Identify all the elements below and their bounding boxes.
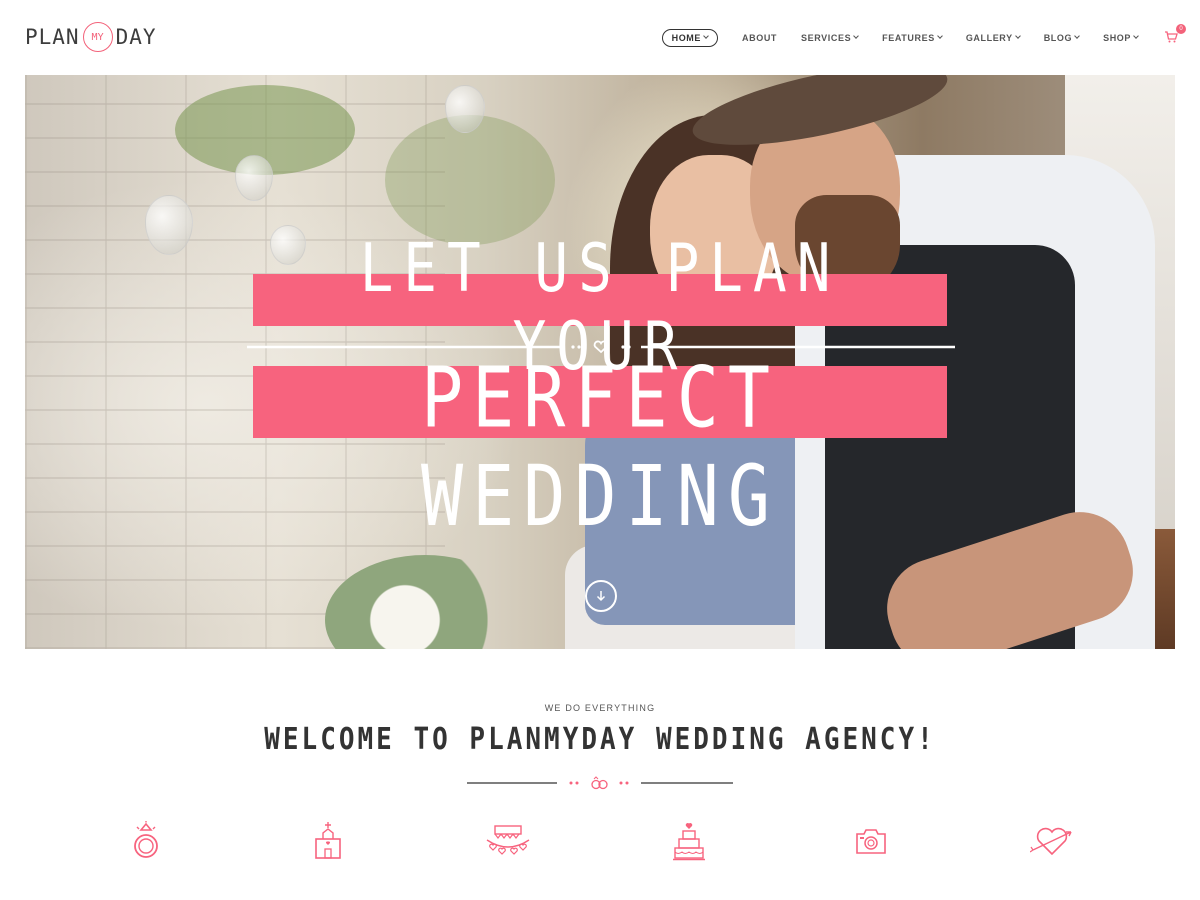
nav-label-features: FEATURES — [882, 33, 935, 43]
nav-label-home: HOME — [671, 33, 702, 43]
nav-label-about: ABOUT — [742, 33, 778, 43]
nav-item-shop[interactable]: SHOP — [1103, 33, 1139, 43]
service-photography[interactable] — [846, 818, 896, 864]
nav-label-blog: BLOG — [1043, 33, 1073, 43]
cart-button[interactable]: 0 — [1164, 24, 1186, 46]
logo-text-right: DAY — [115, 25, 157, 49]
cart-count-badge: 0 — [1176, 24, 1186, 34]
nav-label-services: SERVICES — [801, 33, 852, 43]
logo-circle: MY — [82, 22, 113, 52]
service-chapel[interactable] — [303, 818, 353, 864]
bunting-icon — [486, 825, 530, 855]
chevron-down-icon — [1133, 33, 1139, 39]
arrow-down-icon — [596, 591, 606, 602]
chevron-down-icon — [1014, 33, 1021, 39]
nav-item-features[interactable]: FEATURES — [882, 33, 943, 43]
nav-item-gallery[interactable]: GALLERY — [965, 33, 1021, 43]
nav-item-blog[interactable]: BLOG — [1043, 33, 1080, 43]
ring-icon — [134, 821, 158, 858]
services-icon-row — [0, 818, 1200, 868]
chevron-down-icon — [703, 33, 709, 39]
rings-icon — [591, 776, 608, 790]
service-decoration[interactable] — [483, 818, 533, 864]
section-divider — [467, 776, 733, 790]
site-header: PLAN MY DAY HOME ABOUT SERVICES FEATURES… — [0, 0, 1200, 75]
scroll-down-button[interactable] — [585, 580, 617, 612]
nav-item-about[interactable]: ABOUT — [742, 33, 777, 43]
greenery-decoration — [385, 115, 555, 245]
service-cake[interactable] — [664, 818, 714, 864]
logo-text-middle: MY — [91, 31, 104, 43]
main-nav: HOME ABOUT SERVICES FEATURES GALLERY BLO… — [661, 24, 1186, 49]
section-eyebrow: WE DO EVERYTHING — [544, 703, 656, 713]
chevron-down-icon — [936, 33, 943, 39]
chevron-down-icon — [853, 33, 860, 39]
nav-item-home[interactable]: HOME — [661, 29, 719, 47]
nav-label-gallery: GALLERY — [965, 33, 1013, 43]
hero-headline-line2: PERFECT WEDDING — [420, 348, 779, 546]
camera-icon — [856, 829, 886, 854]
nav-item-services[interactable]: SERVICES — [801, 33, 860, 43]
logo-text-left: PLAN — [25, 25, 80, 49]
cart-icon — [1165, 31, 1178, 43]
heart-arrow-icon — [1030, 827, 1072, 856]
nav-label-shop: SHOP — [1103, 33, 1131, 43]
section-title: WELCOME TO PLANMYDAY WEDDING AGENCY! — [264, 722, 936, 758]
chapel-icon — [315, 822, 341, 859]
service-ring[interactable] — [121, 818, 171, 864]
logo[interactable]: PLAN MY DAY — [25, 22, 157, 52]
service-love[interactable] — [1028, 818, 1076, 864]
hero-banner: LET US PLAN YOUR PERFECT WEDDING — [25, 75, 1175, 649]
chevron-down-icon — [1074, 33, 1080, 39]
cake-icon — [673, 823, 705, 861]
